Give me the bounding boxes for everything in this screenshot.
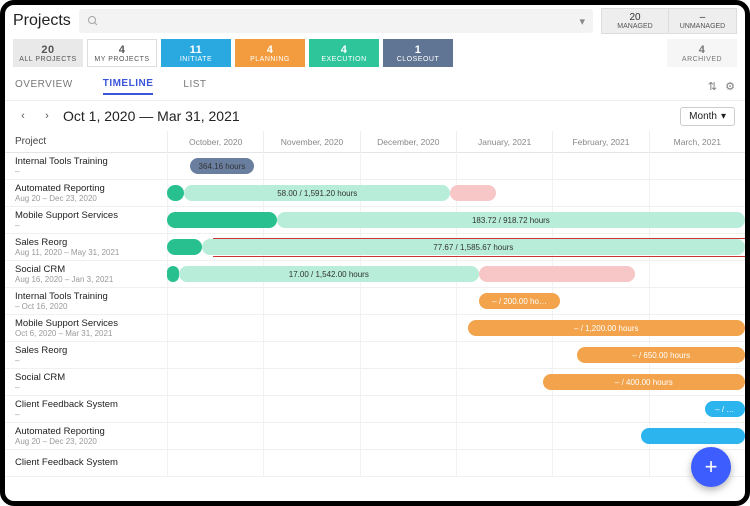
chevron-down-icon[interactable]: ▾ — [579, 15, 585, 28]
month-header: March, 2021 — [649, 131, 745, 153]
filter-tab-all[interactable]: 20ALL PROJECTS — [13, 39, 83, 67]
gantt-bar[interactable]: – / 400.00 hours — [543, 374, 745, 390]
filter-tab-initiate[interactable]: 11INITIATE — [161, 39, 231, 67]
date-range: Oct 1, 2020 — Mar 31, 2021 — [63, 108, 240, 124]
table-row: Automated ReportingAug 20 – Dec 23, 2020 — [5, 423, 745, 450]
gantt-bar[interactable]: 17.00 / 1,542.00 hours — [179, 266, 480, 282]
table-row: Mobile Support Services– 183.72 / 918.72 … — [5, 207, 745, 234]
search-icon — [87, 15, 99, 27]
gantt-bar[interactable] — [167, 239, 202, 255]
gantt-bar[interactable]: 183.72 / 918.72 hours — [277, 212, 745, 228]
managed-toggle[interactable]: 20MANAGED –UNMANAGED — [601, 8, 737, 34]
search-input[interactable]: ▾ — [79, 9, 593, 33]
project-label[interactable]: Automated ReportingAug 20 – Dec 23, 2020 — [5, 180, 167, 206]
prev-button[interactable]: ‹ — [15, 110, 31, 122]
managed-count: 20 — [629, 12, 640, 23]
column-header-project: Project — [5, 136, 167, 147]
gantt-bar[interactable]: – / 1,200.00 hours — [468, 320, 745, 336]
gear-icon[interactable]: ⚙ — [725, 80, 735, 93]
project-label[interactable]: Mobile Support Services– — [5, 207, 167, 233]
project-label[interactable]: Mobile Support ServicesOct 6, 2020 – Mar… — [5, 315, 167, 341]
project-label[interactable]: Client Feedback System — [5, 450, 167, 476]
project-label[interactable]: Sales ReorgAug 11, 2020 – May 31, 2021 — [5, 234, 167, 260]
tab-list[interactable]: LIST — [183, 79, 206, 94]
filter-tab-planning[interactable]: 4PLANNING — [235, 39, 305, 67]
page-title: Projects — [13, 12, 71, 30]
project-label[interactable]: Client Feedback System– — [5, 396, 167, 422]
project-label[interactable]: Internal Tools Training– — [5, 153, 167, 179]
gantt-bar[interactable]: – / 200.00 ho… — [479, 293, 560, 309]
gantt-bar[interactable]: 77.67 / 1,585.67 hours — [202, 239, 745, 255]
gantt-bar[interactable] — [167, 266, 179, 282]
table-row: Mobile Support ServicesOct 6, 2020 – Mar… — [5, 315, 745, 342]
table-row: Sales Reorg– – / 650.00 hours — [5, 342, 745, 369]
filter-tabs: 20ALL PROJECTS4MY PROJECTS11INITIATE4PLA… — [5, 37, 745, 73]
gantt-bar[interactable] — [479, 266, 635, 282]
month-header: November, 2020 — [263, 131, 359, 153]
unmanaged-count: – — [700, 12, 706, 23]
gantt-bar[interactable] — [167, 185, 184, 201]
table-row: Sales ReorgAug 11, 2020 – May 31, 2021 77… — [5, 234, 745, 261]
project-label[interactable]: Internal Tools Training– Oct 16, 2020 — [5, 288, 167, 314]
table-row: Client Feedback System– – / … — [5, 396, 745, 423]
project-label[interactable]: Social CRM– — [5, 369, 167, 395]
tab-overview[interactable]: OVERVIEW — [15, 79, 73, 94]
table-row: Client Feedback System — [5, 450, 745, 477]
month-header: October, 2020 — [167, 131, 263, 153]
filter-tab-execution[interactable]: 4EXECUTION — [309, 39, 379, 67]
filter-tab-archived[interactable]: 4ARCHIVED — [667, 39, 737, 67]
table-row: Social CRM– – / 400.00 hours — [5, 369, 745, 396]
gantt-bar[interactable]: – / … — [705, 401, 745, 417]
month-header: December, 2020 — [360, 131, 456, 153]
add-button[interactable]: + — [691, 447, 731, 487]
month-header: January, 2021 — [456, 131, 552, 153]
table-row: Internal Tools Training– Oct 16, 2020 – /… — [5, 288, 745, 315]
scale-select[interactable]: Month ▾ — [680, 107, 735, 126]
gantt-bar[interactable] — [641, 428, 745, 444]
project-label[interactable]: Sales Reorg– — [5, 342, 167, 368]
plus-icon: + — [705, 454, 718, 480]
gantt-bar[interactable] — [450, 185, 496, 201]
next-button[interactable]: › — [39, 110, 55, 122]
tab-timeline[interactable]: TIMELINE — [103, 78, 154, 95]
chevron-down-icon: ▾ — [721, 111, 726, 122]
project-label[interactable]: Automated ReportingAug 20 – Dec 23, 2020 — [5, 423, 167, 449]
gantt-bar[interactable]: – / 650.00 hours — [577, 347, 745, 363]
month-header: February, 2021 — [552, 131, 648, 153]
sort-icon[interactable]: ⇅ — [708, 80, 717, 93]
gantt-bar[interactable] — [167, 212, 277, 228]
table-row: Social CRMAug 16, 2020 – Jan 3, 2021 17.0… — [5, 261, 745, 288]
project-label[interactable]: Social CRMAug 16, 2020 – Jan 3, 2021 — [5, 261, 167, 287]
table-row: Automated ReportingAug 20 – Dec 23, 2020… — [5, 180, 745, 207]
filter-tab-my[interactable]: 4MY PROJECTS — [87, 39, 157, 67]
gantt-bar[interactable]: 364.16 hours — [190, 158, 254, 174]
table-row: Internal Tools Training– 364.16 hours — [5, 153, 745, 180]
gantt-bar[interactable]: 58.00 / 1,591.20 hours — [184, 185, 450, 201]
filter-tab-closeout[interactable]: 1CLOSEOUT — [383, 39, 453, 67]
